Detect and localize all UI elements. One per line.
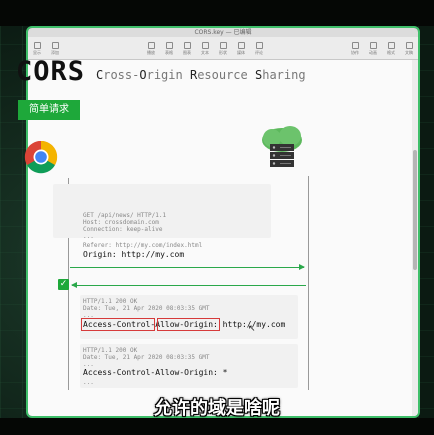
- mouse-cursor-icon: ↖: [248, 324, 256, 334]
- toolbar-button-label: 动画: [369, 49, 377, 55]
- toolbar-button[interactable]: 媒体: [233, 41, 249, 55]
- top-letterbox: [0, 0, 434, 26]
- toolbar-button[interactable]: 文稿: [401, 41, 417, 55]
- subtitle-part: ross-: [103, 68, 140, 82]
- toolbar-button-label: 评论: [255, 49, 263, 55]
- toolbar: 显示 添加 播放 表格 图表 文本 形状 媒体 评论 协作 动画 格式 文稿: [28, 37, 418, 60]
- toolbar-button[interactable]: 文本: [197, 41, 213, 55]
- window-title: CORS.key — 已编辑: [28, 28, 418, 37]
- toolbar-glyph-icon: [405, 41, 413, 49]
- response1-status: HTTP/1.1 200 OK: [83, 298, 138, 305]
- scrollbar-thumb[interactable]: [413, 150, 417, 270]
- chrome-icon: [24, 140, 58, 174]
- toolbar-button[interactable]: 形状: [215, 41, 231, 55]
- toolbar-button-label: 协作: [351, 49, 359, 55]
- server-lifeline: [308, 176, 309, 390]
- response1-date: Date: Tue, 21 Apr 2020 08:03:35 GMT: [83, 305, 210, 312]
- check-icon: ✓: [58, 279, 69, 290]
- toolbar-glyph-icon: [201, 41, 209, 49]
- request-arrow: [70, 264, 305, 270]
- video-caption: 允许的域是啥呢: [154, 398, 280, 419]
- toolbar-button-label: 文本: [201, 49, 209, 55]
- subtitle-part: haring: [262, 68, 306, 82]
- toolbar-button-label: 文稿: [405, 49, 413, 55]
- request-line: GET /api/news/ HTTP/1.1: [83, 212, 167, 219]
- server-icon: [262, 126, 302, 167]
- highlight-box-b: [157, 318, 220, 331]
- toolbar-button-label: 添加: [51, 49, 59, 55]
- toolbar-button-label: 格式: [387, 49, 395, 55]
- bottom-letterbox: [0, 418, 434, 435]
- toolbar-glyph-icon: [219, 41, 227, 49]
- request-connection: Connection: keep-alive: [83, 226, 163, 233]
- toolbar-button-label: 媒体: [237, 49, 245, 55]
- request-box: GET /api/news/ HTTP/1.1 Host: crossdomai…: [53, 184, 271, 238]
- toolbar-glyph-icon: [351, 41, 359, 49]
- toolbar-glyph-icon: [33, 41, 41, 49]
- highlight-box-a: [81, 318, 155, 331]
- simple-request-tag: 简单请求: [18, 100, 80, 120]
- slide-subtitle: Cross-Origin Resource Sharing: [96, 68, 306, 82]
- toolbar-button[interactable]: 格式: [383, 41, 399, 55]
- toolbar-glyph-icon: [255, 41, 263, 49]
- response-box-1: HTTP/1.1 200 OK Date: Tue, 21 Apr 2020 0…: [80, 295, 298, 339]
- toolbar-button[interactable]: 播放: [143, 41, 159, 55]
- toolbar-glyph-icon: [51, 41, 59, 49]
- subtitle-part: esource: [197, 68, 255, 82]
- toolbar-button-label: 表格: [165, 49, 173, 55]
- toolbar-glyph-icon: [165, 41, 173, 49]
- toolbar-glyph-icon: [369, 41, 377, 49]
- toolbar-button-label: 播放: [147, 49, 155, 55]
- toolbar-button[interactable]: 评论: [251, 41, 267, 55]
- slide-title: CORS: [16, 56, 86, 87]
- scrollbar[interactable]: [412, 60, 418, 416]
- toolbar-button[interactable]: 动画: [365, 41, 381, 55]
- response2-ellipsis: ...: [83, 361, 94, 368]
- toolbar-glyph-icon: [147, 41, 155, 49]
- toolbar-button-label: 显示: [33, 49, 41, 55]
- toolbar-button[interactable]: 图表: [179, 41, 195, 55]
- request-referer: Referer: http://my.com/index.html: [83, 242, 203, 249]
- response2-date: Date: Tue, 21 Apr 2020 08:03:35 GMT: [83, 354, 210, 361]
- toolbar-button[interactable]: 表格: [161, 41, 177, 55]
- subtitle-part: rigin: [146, 68, 190, 82]
- response2-header: Access-Control-Allow-Origin: *: [83, 368, 228, 377]
- toolbar-button[interactable]: 添加: [47, 41, 63, 55]
- response-arrow: [71, 282, 306, 288]
- toolbar-button[interactable]: 显示: [29, 41, 45, 55]
- subtitle-part: O: [139, 68, 147, 82]
- toolbar-button-label: 形状: [219, 49, 227, 55]
- request-ellipsis: ...: [83, 233, 94, 240]
- response-box-2: HTTP/1.1 200 OK Date: Tue, 21 Apr 2020 0…: [80, 344, 298, 388]
- request-host: Host: crossdomain.com: [83, 219, 159, 226]
- toolbar-glyph-icon: [183, 41, 191, 49]
- request-origin: Origin: http://my.com: [83, 250, 185, 259]
- toolbar-button[interactable]: 协作: [347, 41, 363, 55]
- response2-ellipsis-2: ...: [83, 379, 94, 386]
- toolbar-button-label: 图表: [183, 49, 191, 55]
- toolbar-glyph-icon: [387, 41, 395, 49]
- toolbar-glyph-icon: [237, 41, 245, 49]
- response2-status: HTTP/1.1 200 OK: [83, 347, 138, 354]
